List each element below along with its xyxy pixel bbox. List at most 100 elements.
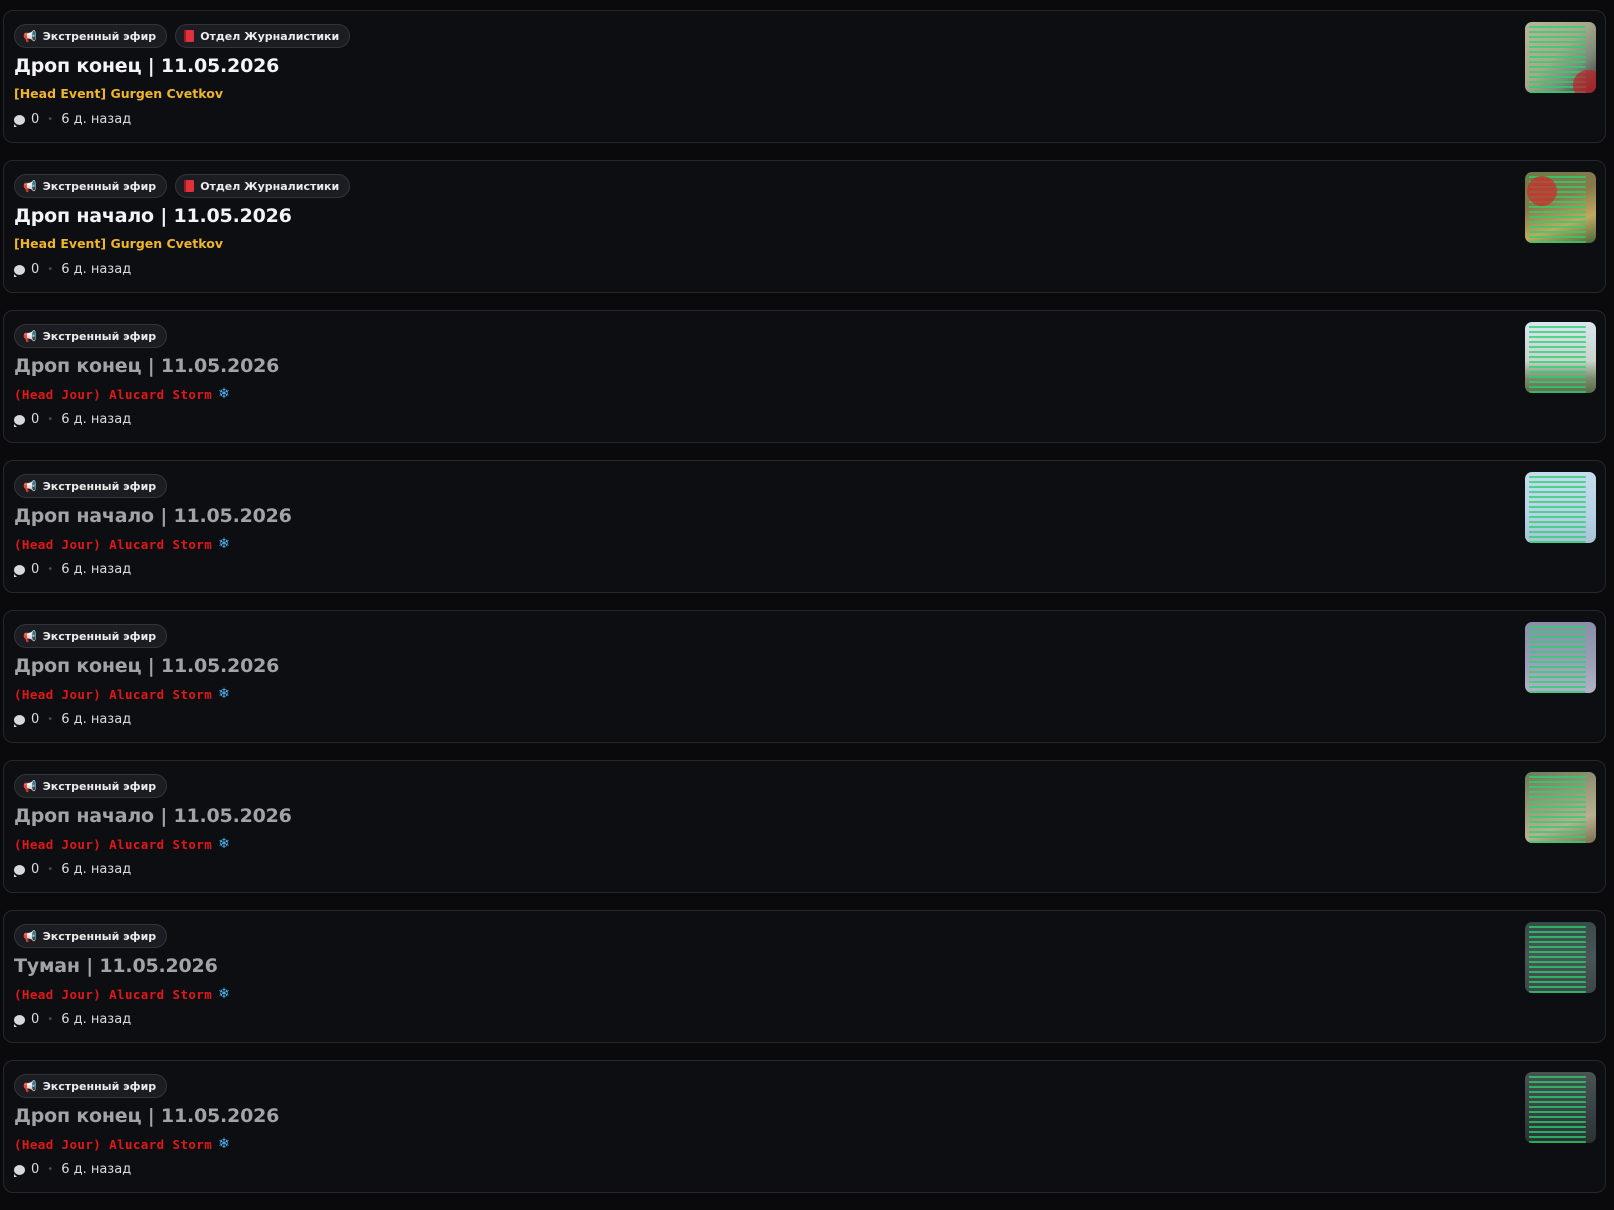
comment-count-value: 0	[31, 412, 40, 427]
comment-count-value: 0	[31, 862, 40, 877]
tag-chip[interactable]: 📢 Экстренный эфир	[14, 474, 168, 498]
thread-card[interactable]: 📢 Экстренный эфир Дроп конец | 11.05.2026 (…	[3, 310, 1606, 443]
comment-bubble-icon	[14, 564, 25, 577]
thread-title-link[interactable]: Туман | 11.05.2026	[14, 955, 218, 977]
thread-title-link[interactable]: Дроп конец | 11.05.2026	[14, 1105, 279, 1127]
comment-count: 0	[14, 712, 39, 727]
tag-chip[interactable]: 📢 Экстренный эфир	[14, 324, 168, 348]
thread-thumbnail[interactable]	[1525, 622, 1596, 693]
separator-dot: •	[47, 564, 54, 575]
thread-title-link[interactable]: Дроп конец | 11.05.2026	[14, 655, 279, 677]
thread-thumbnail[interactable]	[1525, 772, 1596, 843]
thread-title-link[interactable]: Дроп начало | 11.05.2026	[14, 805, 292, 827]
book-icon	[184, 30, 195, 42]
comment-count: 0	[14, 412, 39, 427]
thread-list: 📢 Экстренный эфир Отдел Журналистики Дроп к…	[3, 10, 1606, 1210]
book-icon	[184, 180, 195, 192]
comment-bubble-icon	[14, 864, 25, 877]
comment-count-value: 0	[31, 1162, 40, 1177]
comment-count: 0	[14, 112, 39, 127]
thread-tags: 📢 Экстренный эфир	[14, 624, 168, 648]
tag-label: Экстренный эфир	[42, 779, 157, 793]
comment-bubble-icon	[14, 114, 25, 127]
thread-tags: 📢 Экстренный эфир	[14, 1074, 168, 1098]
thread-card[interactable]: 📢 Экстренный эфир Дроп конец | 11.05.2026 (…	[3, 610, 1606, 743]
tag-label: Экстренный эфир	[42, 329, 157, 343]
megaphone-icon: 📢	[23, 629, 37, 643]
separator-dot: •	[47, 1014, 54, 1025]
comment-bubble-icon	[14, 1014, 25, 1027]
tag-chip[interactable]: 📢 Экстренный эфир	[14, 24, 168, 48]
thread-thumbnail[interactable]	[1525, 22, 1596, 93]
thumbnail-chat-lines	[1525, 922, 1596, 993]
tag-label: Экстренный эфир	[42, 1079, 157, 1093]
separator-dot: •	[47, 414, 54, 425]
author-name: (Head Jour) Alucard Storm	[14, 986, 213, 1002]
thread-thumbnail[interactable]	[1525, 172, 1596, 243]
thread-card[interactable]: 📢 Экстренный эфир Отдел Журналистики Дроп к…	[3, 10, 1606, 143]
thread-author[interactable]: (Head Jour) Alucard Storm ❄	[14, 386, 230, 402]
separator-dot: •	[47, 1164, 54, 1175]
comment-count-value: 0	[31, 562, 40, 577]
megaphone-icon: 📢	[23, 329, 37, 343]
thread-author[interactable]: [Head Event] Gurgen Cvetkov	[14, 236, 223, 251]
thread-author[interactable]: (Head Jour) Alucard Storm ❄	[14, 836, 230, 852]
thread-thumbnail[interactable]	[1525, 472, 1596, 543]
thread-title-link[interactable]: Дроп начало | 11.05.2026	[14, 205, 292, 227]
thumbnail-chat-lines	[1525, 622, 1596, 693]
tag-chip[interactable]: 📢 Экстренный эфир	[14, 624, 168, 648]
comment-bubble-icon	[14, 714, 25, 727]
thread-card[interactable]: 📢 Экстренный эфир Туман | 11.05.2026 (Head …	[3, 910, 1606, 1043]
tag-label: Отдел Журналистики	[200, 29, 340, 43]
thread-title-link[interactable]: Дроп конец | 11.05.2026	[14, 55, 279, 77]
comment-bubble-icon	[14, 414, 25, 427]
thumbnail-chat-lines	[1525, 472, 1596, 543]
comment-count-value: 0	[31, 262, 40, 277]
thread-author[interactable]: (Head Jour) Alucard Storm ❄	[14, 686, 230, 702]
tag-chip[interactable]: Отдел Журналистики	[175, 174, 351, 198]
tag-label: Экстренный эфир	[42, 629, 157, 643]
thread-author[interactable]: [Head Event] Gurgen Cvetkov	[14, 86, 223, 101]
tag-chip[interactable]: 📢 Экстренный эфир	[14, 174, 168, 198]
thread-tags: 📢 Экстренный эфир	[14, 474, 168, 498]
tag-chip[interactable]: 📢 Экстренный эфир	[14, 924, 168, 948]
author-name: (Head Jour) Alucard Storm	[14, 386, 213, 402]
megaphone-icon: 📢	[23, 179, 37, 193]
post-time: 6 д. назад	[61, 412, 132, 427]
tag-label: Экстренный эфир	[42, 479, 157, 493]
megaphone-icon: 📢	[23, 479, 37, 493]
megaphone-icon: 📢	[23, 929, 37, 943]
thread-card[interactable]: 📢 Экстренный эфир Отдел Журналистики Дроп н…	[3, 160, 1606, 293]
thread-thumbnail[interactable]	[1525, 1072, 1596, 1143]
comment-count-value: 0	[31, 1012, 40, 1027]
tag-chip[interactable]: Отдел Журналистики	[175, 24, 351, 48]
thread-title-link[interactable]: Дроп конец | 11.05.2026	[14, 355, 279, 377]
thread-tags: 📢 Экстренный эфир	[14, 324, 168, 348]
thread-thumbnail[interactable]	[1525, 922, 1596, 993]
snowflake-icon: ❄	[218, 986, 231, 1002]
comment-bubble-icon	[14, 1164, 25, 1177]
tag-label: Экстренный эфир	[42, 929, 157, 943]
thread-author[interactable]: (Head Jour) Alucard Storm ❄	[14, 1136, 230, 1152]
thread-meta: 0 • 6 д. назад	[14, 1162, 131, 1177]
tag-chip[interactable]: 📢 Экстренный эфир	[14, 774, 168, 798]
tag-label: Отдел Журналистики	[200, 179, 340, 193]
post-time: 6 д. назад	[61, 1012, 132, 1027]
tag-chip[interactable]: 📢 Экстренный эфир	[14, 1074, 168, 1098]
thread-title-link[interactable]: Дроп начало | 11.05.2026	[14, 505, 292, 527]
comment-count-value: 0	[31, 712, 40, 727]
separator-dot: •	[47, 864, 54, 875]
thumbnail-chat-lines	[1525, 1072, 1596, 1143]
thread-author[interactable]: (Head Jour) Alucard Storm ❄	[14, 986, 230, 1002]
thread-card[interactable]: 📢 Экстренный эфир Дроп конец | 11.05.2026 (…	[3, 1060, 1606, 1193]
thread-card[interactable]: 📢 Экстренный эфир Дроп начало | 11.05.2026…	[3, 460, 1606, 593]
comment-count: 0	[14, 1162, 39, 1177]
separator-dot: •	[47, 714, 54, 725]
thread-thumbnail[interactable]	[1525, 322, 1596, 393]
thread-meta: 0 • 6 д. назад	[14, 112, 131, 127]
thread-tags: 📢 Экстренный эфир	[14, 924, 168, 948]
thread-author[interactable]: (Head Jour) Alucard Storm ❄	[14, 536, 230, 552]
snowflake-icon: ❄	[218, 836, 231, 852]
thread-meta: 0 • 6 д. назад	[14, 412, 131, 427]
thread-card[interactable]: 📢 Экстренный эфир Дроп начало | 11.05.2026…	[3, 760, 1606, 893]
